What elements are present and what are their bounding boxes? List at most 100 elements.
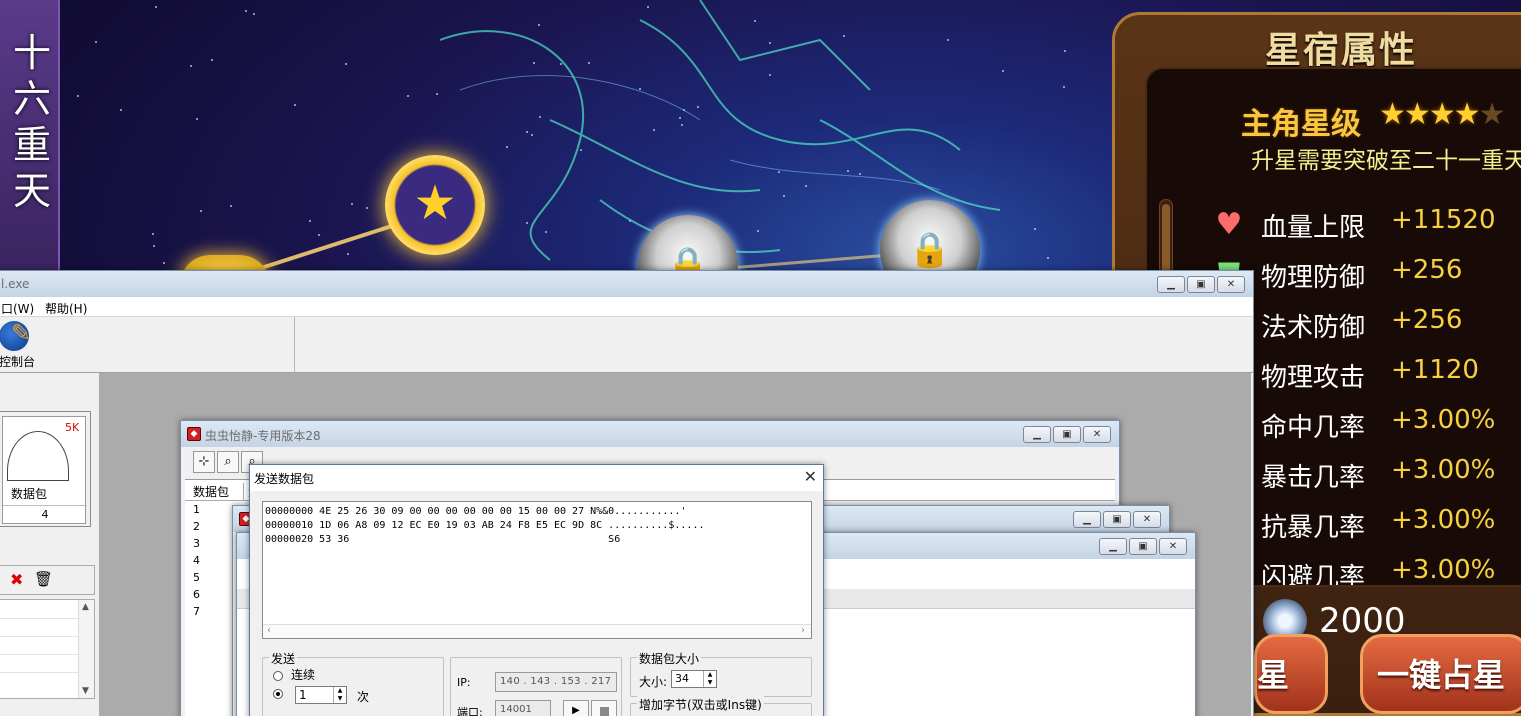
times-radio[interactable]: [273, 686, 291, 700]
times-unit: 次: [357, 690, 370, 704]
gauge-inner: 5K 数据包 4: [2, 416, 87, 524]
scroll-left-icon[interactable]: ‹: [267, 625, 271, 636]
list-divider: [0, 636, 78, 637]
target-group: IP: 140 . 143 . 153 . 217 端口: 14001 ▶: [450, 657, 622, 716]
window-title: l.exe: [1, 277, 30, 291]
gauge-value: 4: [3, 505, 87, 521]
hex-editor[interactable]: 00000000 4E 25 26 30 09 00 00 00 00 00 0…: [262, 501, 812, 639]
one-click-divination-button[interactable]: 一键占星: [1360, 634, 1521, 714]
console-label: 控制台: [0, 355, 36, 369]
attribute-value: +1120: [1391, 355, 1479, 385]
close-button[interactable]: ✕: [1133, 511, 1161, 528]
attribute-value: +256: [1391, 305, 1463, 335]
radio-icon: [273, 670, 283, 681]
hex-line: 00000020 53 36 S6: [265, 534, 621, 545]
close-button[interactable]: ✕: [1217, 276, 1245, 293]
star-rating: ★★★★★: [1379, 97, 1506, 132]
delete-icon[interactable]: ✖: [10, 570, 23, 589]
continuous-label: 连续: [291, 668, 316, 682]
minimize-button[interactable]: ▁: [1157, 276, 1185, 293]
star-node-current[interactable]: ★: [385, 155, 485, 255]
menu-help[interactable]: 帮助(H): [45, 300, 87, 317]
hex-line: 00000000 4E 25 26 30 09 00 00 00 00 00 0…: [265, 506, 687, 517]
close-button[interactable]: ✕: [1083, 426, 1111, 443]
capture-button[interactable]: ⊹: [193, 451, 215, 473]
minimize-button[interactable]: ▁: [1099, 538, 1127, 555]
attribute-name: 闪避几率: [1261, 563, 1366, 587]
scroll-down-icon[interactable]: ▼: [82, 686, 89, 696]
minimize-button[interactable]: ▁: [1073, 511, 1101, 528]
menu-window[interactable]: 口(W): [1, 300, 34, 317]
close-icon[interactable]: ✕: [804, 467, 817, 486]
continuous-radio[interactable]: 连续: [273, 666, 315, 683]
attribute-value: +3.00%: [1391, 405, 1496, 435]
port-field[interactable]: 14001: [495, 700, 551, 716]
attribute-value: +3.00%: [1391, 555, 1496, 585]
radio-selected-icon: [273, 688, 283, 699]
port-label: 端口:: [457, 706, 483, 716]
star-empty-icon: ★: [1478, 97, 1506, 132]
left-pane: 5K 数据包 4 ✖ 🗑 ▲ ▼: [0, 373, 99, 716]
ip-address-field[interactable]: 140 . 143 . 153 . 217: [495, 672, 617, 692]
stop-button[interactable]: [591, 700, 617, 716]
list-divider: [0, 618, 78, 619]
gauge-dial: [7, 431, 69, 481]
dialog-title-bar[interactable]: 发送数据包 ✕: [250, 465, 823, 491]
star-icon: ★: [413, 175, 457, 231]
upgrade-hint: 升星需要突破至二十一重天: [1251, 148, 1521, 174]
panel-title: 星宿属性: [1265, 30, 1418, 71]
packet-size-group: 数据包大小 大小: 34 ▲ ▼: [630, 650, 812, 697]
heart-icon: ♥: [1215, 207, 1243, 242]
attribute-value: +11520: [1391, 205, 1496, 235]
row-number: 2: [193, 520, 200, 533]
group-label: 增加字节(双击或Ins键): [637, 696, 764, 713]
window-title: 虫虫怡静-专用版本28: [205, 429, 321, 443]
row-number: 7: [193, 605, 200, 618]
menu-bar: 口(W) 帮助(H): [0, 297, 1253, 317]
group-label: 数据包大小: [637, 650, 702, 667]
maximize-button[interactable]: ▣: [1129, 538, 1157, 555]
title-bar[interactable]: l.exe ▁ ▣ ✕: [0, 271, 1253, 297]
maximize-button[interactable]: ▣: [1103, 511, 1131, 528]
attribute-name: 暴击几率: [1261, 463, 1366, 493]
minimize-button[interactable]: ▁: [1023, 426, 1051, 443]
play-icon[interactable]: ▶: [563, 700, 589, 716]
column-header-packet[interactable]: 数据包: [193, 483, 229, 500]
star-filled-icon: ★★★★: [1379, 97, 1481, 132]
row-number: 1: [193, 503, 200, 516]
star-level-label: 主角星级: [1241, 107, 1361, 142]
search-button[interactable]: ⌕: [217, 451, 239, 473]
gauge-max: 5K: [65, 421, 80, 434]
title-bar[interactable]: ◆ 虫虫怡静-专用版本28 ▁ ▣ ✕: [181, 421, 1119, 447]
row-number: 6: [193, 588, 200, 601]
lock-icon: 🔒: [908, 230, 952, 270]
group-label: 发送: [269, 650, 298, 667]
window-controls: ▁ ▣ ✕: [1023, 426, 1111, 443]
vertical-scrollbar[interactable]: ▲ ▼: [78, 600, 94, 698]
attribute-name: 物理防御: [1261, 263, 1366, 293]
attribute-value: +256: [1391, 255, 1463, 285]
times-stepper[interactable]: ▲ ▼: [333, 687, 346, 703]
divination-button[interactable]: 星: [1254, 634, 1328, 714]
console-button[interactable]: ✎ 控制台: [0, 317, 47, 373]
horizontal-scrollbar[interactable]: ‹ ›: [263, 624, 811, 638]
send-options-group: 发送 连续 1 ▲ ▼ 次: [262, 650, 444, 716]
scroll-right-icon[interactable]: ›: [801, 625, 805, 636]
dialog-title: 发送数据包: [254, 472, 315, 486]
maximize-button[interactable]: ▣: [1053, 426, 1081, 443]
attribute-name: 抗暴几率: [1261, 513, 1366, 543]
left-toolbar: ✖ 🗑: [0, 565, 95, 595]
close-button[interactable]: ✕: [1159, 538, 1187, 555]
hex-line: 00000010 1D 06 A8 09 12 EC E0 19 03 AB 2…: [265, 520, 705, 531]
attribute-name: 法术防御: [1261, 313, 1366, 343]
stop-icon: [600, 707, 609, 716]
scroll-up-icon[interactable]: ▲: [82, 602, 89, 612]
left-list[interactable]: ▲ ▼: [0, 599, 95, 699]
row-number: 4: [193, 554, 200, 567]
size-stepper[interactable]: ▲ ▼: [703, 671, 716, 687]
maximize-button[interactable]: ▣: [1187, 276, 1215, 293]
trash-icon[interactable]: 🗑: [34, 570, 53, 588]
list-divider: [0, 672, 78, 673]
add-bytes-group: 增加字节(双击或Ins键): [630, 696, 812, 716]
toolbar-divider: [294, 317, 295, 373]
